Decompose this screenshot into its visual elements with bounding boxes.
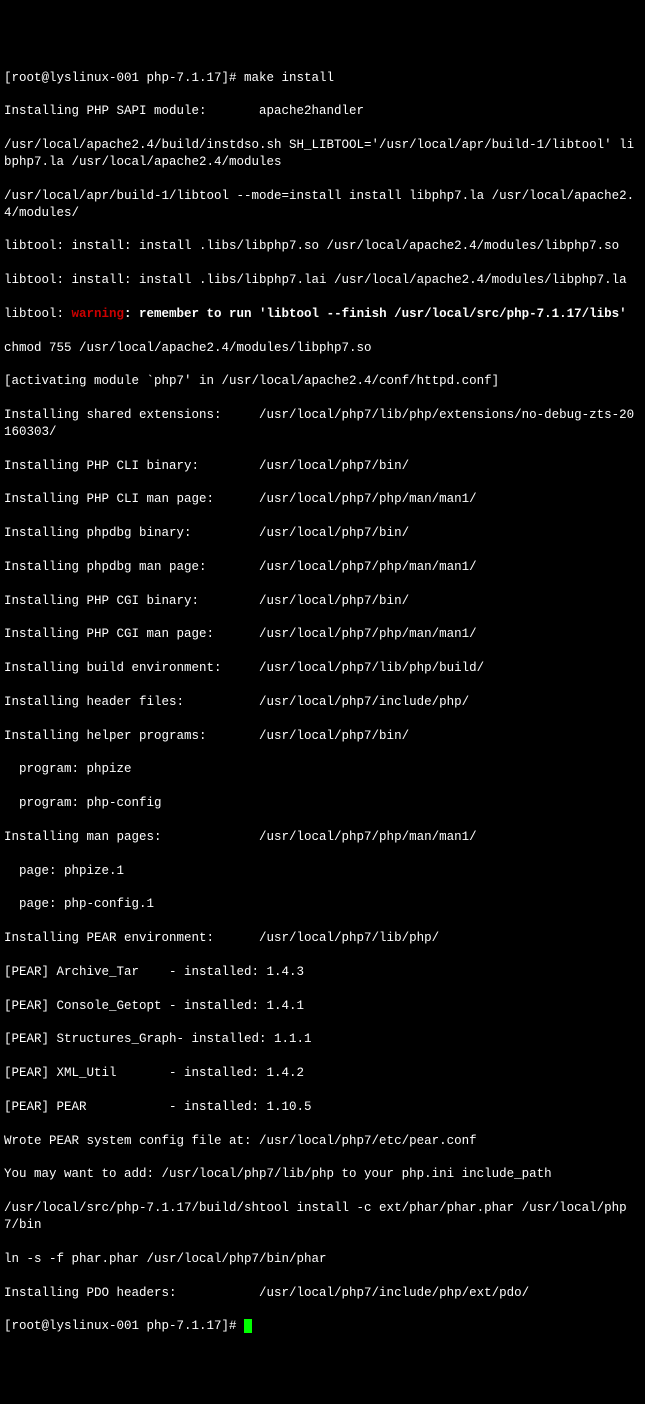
output-line: Installing build environment: /usr/local… [4,660,641,677]
shell-prompt: [root@lyslinux-001 php-7.1.17]# [4,71,244,85]
output-line: Installing shared extensions: /usr/local… [4,407,641,441]
prompt-line-1: [root@lyslinux-001 php-7.1.17]# make ins… [4,70,641,87]
output-line: chmod 755 /usr/local/apache2.4/modules/l… [4,340,641,357]
output-line: libtool: install: install .libs/libphp7.… [4,238,641,255]
warn-prefix: libtool: [4,307,72,321]
output-line: page: phpize.1 [4,863,641,880]
warning-line: libtool: warning: remember to run 'libto… [4,306,641,323]
output-line: /usr/local/apache2.4/build/instdso.sh SH… [4,137,641,171]
command-input[interactable]: make install [244,71,334,85]
output-line: Installing phpdbg binary: /usr/local/php… [4,525,641,542]
output-line: [activating module `php7' in /usr/local/… [4,373,641,390]
output-line: Installing phpdbg man page: /usr/local/p… [4,559,641,576]
output-line: [PEAR] Console_Getopt - installed: 1.4.1 [4,998,641,1015]
output-line: Installing PHP CGI man page: /usr/local/… [4,626,641,643]
cursor-icon[interactable] [244,1319,252,1333]
output-line: Installing PHP CLI man page: /usr/local/… [4,491,641,508]
output-line: Installing man pages: /usr/local/php7/ph… [4,829,641,846]
output-line: Installing PHP CGI binary: /usr/local/ph… [4,593,641,610]
warning-label: warning [72,307,125,321]
output-line: Installing helper programs: /usr/local/p… [4,728,641,745]
output-line: /usr/local/src/php-7.1.17/build/shtool i… [4,1200,641,1234]
output-line: Installing PHP SAPI module: apache2handl… [4,103,641,120]
warn-rest: : remember to run 'libtool --finish /usr… [124,307,627,321]
output-line: Installing header files: /usr/local/php7… [4,694,641,711]
output-line: ln -s -f phar.phar /usr/local/php7/bin/p… [4,1251,641,1268]
prompt-line-2: [root@lyslinux-001 php-7.1.17]# [4,1318,641,1335]
output-line: Wrote PEAR system config file at: /usr/l… [4,1133,641,1150]
shell-prompt: [root@lyslinux-001 php-7.1.17]# [4,1319,244,1333]
output-line: [PEAR] Archive_Tar - installed: 1.4.3 [4,964,641,981]
output-line: [PEAR] XML_Util - installed: 1.4.2 [4,1065,641,1082]
output-line: Installing PDO headers: /usr/local/php7/… [4,1285,641,1302]
output-line: You may want to add: /usr/local/php7/lib… [4,1166,641,1183]
output-line: /usr/local/apr/build-1/libtool --mode=in… [4,188,641,222]
output-line: [PEAR] PEAR - installed: 1.10.5 [4,1099,641,1116]
output-line: program: phpize [4,761,641,778]
output-line: libtool: install: install .libs/libphp7.… [4,272,641,289]
output-line: [PEAR] Structures_Graph- installed: 1.1.… [4,1031,641,1048]
output-line: Installing PHP CLI binary: /usr/local/ph… [4,458,641,475]
output-line: program: php-config [4,795,641,812]
output-line: page: php-config.1 [4,896,641,913]
output-line: Installing PEAR environment: /usr/local/… [4,930,641,947]
